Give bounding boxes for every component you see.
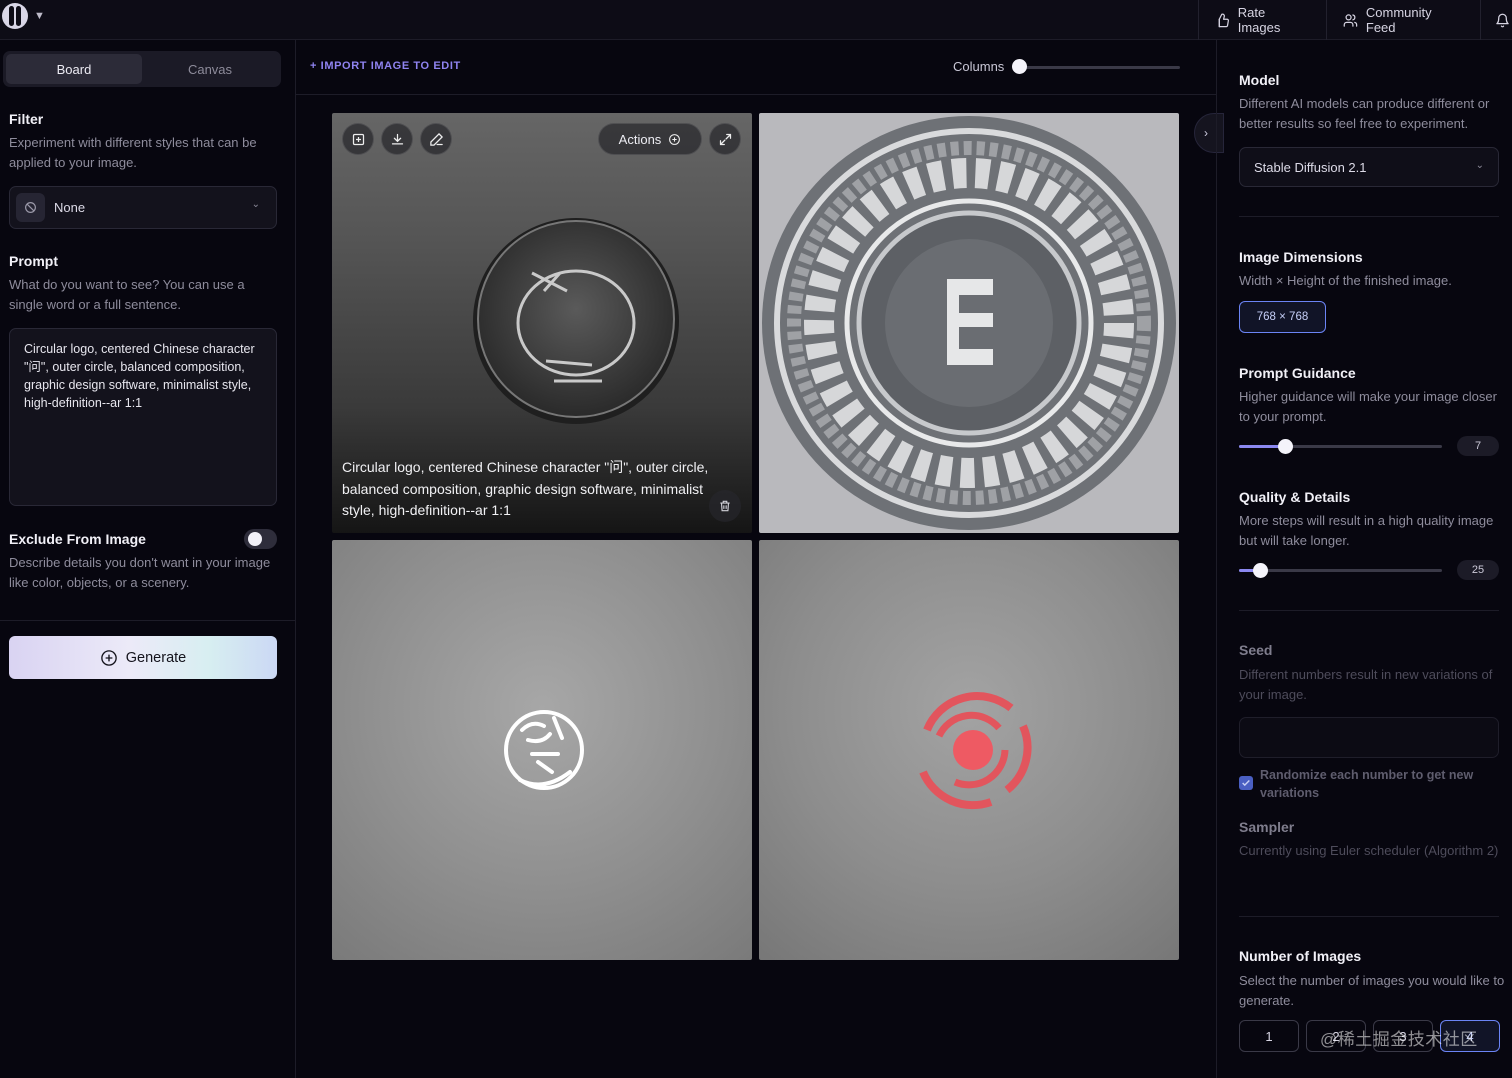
prompt-description: What do you want to see? You can use a s… [9, 277, 245, 312]
check-icon [1242, 779, 1250, 787]
chevron-down-icon: ⌄ [1475, 160, 1484, 171]
prompt-guidance-value[interactable]: 7 [1457, 436, 1499, 456]
filter-description: Experiment with different styles that ca… [9, 135, 257, 170]
users-icon [1343, 13, 1358, 27]
watermark: @稀土掘金技术社区 [1320, 1030, 1478, 1049]
prompt-guidance-slider[interactable] [1239, 445, 1442, 448]
prompt-textarea[interactable]: Circular logo, centered Chinese characte… [9, 328, 277, 506]
import-image-link[interactable]: + IMPORT IMAGE TO EDIT [310, 60, 461, 72]
edit-button[interactable] [420, 123, 452, 155]
number-of-images-description: Select the number of images you would li… [1239, 973, 1505, 1008]
prompt-guidance-thumb[interactable] [1278, 439, 1293, 454]
red-target-logo-image [919, 692, 1032, 810]
right-sidebar: Model Different AI models can produce di… [1216, 40, 1512, 1078]
chevron-down-icon: ⌄ [251, 199, 260, 210]
thumbs-up-icon [1218, 13, 1229, 27]
rate-images-label: Rate Images [1237, 5, 1281, 35]
filter-title: Filter [9, 111, 44, 127]
chevron-down-icon[interactable]: ▼ [34, 10, 45, 22]
download-button[interactable] [381, 123, 413, 155]
ban-icon [16, 193, 45, 222]
generate-button[interactable]: Generate [9, 636, 277, 679]
divider [1239, 610, 1499, 611]
left-sidebar: Board Canvas Filter Experiment with diff… [0, 40, 296, 1078]
seed-input[interactable] [1239, 717, 1499, 758]
top-bar: ▼ Rate Images Community Feed [0, 0, 1512, 40]
dimension-option-768[interactable]: 768 × 768 [1239, 301, 1326, 333]
app-logo[interactable] [2, 3, 28, 29]
add-to-canvas-button[interactable] [342, 123, 374, 155]
divider [1239, 916, 1499, 917]
sampler-description: Currently using Euler scheduler (Algorit… [1239, 843, 1499, 858]
expand-icon [719, 133, 731, 145]
randomize-label: Randomize each number to get new variati… [1260, 768, 1474, 800]
chevron-right-icon: › [1204, 126, 1208, 140]
model-description: Different AI models can produce differen… [1239, 96, 1490, 131]
generated-image-2[interactable] [759, 113, 1179, 533]
filter-value: None [54, 200, 86, 215]
generate-label: Generate [125, 649, 187, 666]
delete-button[interactable] [709, 490, 741, 522]
randomize-checkbox[interactable] [1239, 776, 1253, 790]
plus-circle-icon [100, 649, 117, 666]
quality-details-thumb[interactable] [1253, 563, 1268, 578]
generated-image-4[interactable] [759, 540, 1179, 960]
board-toolbar: + IMPORT IMAGE TO EDIT Columns [296, 40, 1216, 95]
seed-title: Seed [1239, 642, 1273, 658]
prompt-guidance-description: Higher guidance will make your image clo… [1239, 389, 1497, 424]
bell-icon [1496, 13, 1509, 27]
quality-details-title: Quality & Details [1239, 489, 1351, 505]
square-plus-icon [352, 133, 364, 145]
sampler-title: Sampler [1239, 819, 1295, 835]
divider [1239, 216, 1499, 217]
model-value: Stable Diffusion 2.1 [1254, 160, 1367, 175]
board-canvas-switch: Board Canvas [3, 51, 281, 87]
model-title: Model [1239, 72, 1280, 88]
community-feed-button[interactable]: Community Feed [1326, 0, 1480, 40]
exclude-title: Exclude From Image [9, 531, 146, 547]
download-icon [391, 133, 403, 144]
generated-image-1[interactable]: Actions Circular logo, centered Chinese … [332, 113, 752, 533]
quality-details-description: More steps will result in a high quality… [1239, 513, 1494, 548]
ornate-seal-image [762, 116, 1176, 530]
actions-label: Actions [618, 131, 662, 147]
columns-label: Columns [953, 59, 1005, 74]
image-dimensions-title: Image Dimensions [1239, 249, 1363, 265]
calligraphy-seal-image [504, 710, 584, 790]
columns-slider-track[interactable] [1018, 66, 1180, 69]
filter-select[interactable]: None ⌄ [9, 186, 277, 229]
tab-board[interactable]: Board [6, 54, 142, 84]
actions-button[interactable]: Actions [598, 123, 702, 155]
quality-details-value[interactable]: 25 [1457, 560, 1499, 580]
divider [0, 620, 295, 621]
plus-circle-icon [669, 133, 681, 145]
num-images-option-1[interactable]: 1 [1239, 1020, 1299, 1052]
image-caption: Circular logo, centered Chinese characte… [342, 459, 709, 518]
tab-canvas[interactable]: Canvas [142, 54, 278, 84]
trash-icon [720, 500, 730, 512]
pencil-icon [429, 132, 443, 146]
columns-slider-thumb[interactable] [1012, 59, 1027, 74]
model-select[interactable]: Stable Diffusion 2.1 ⌄ [1239, 147, 1499, 187]
generated-image-3[interactable] [332, 540, 752, 960]
prompt-title: Prompt [9, 253, 58, 269]
exclude-toggle[interactable] [244, 529, 277, 549]
quality-details-slider[interactable] [1239, 569, 1442, 572]
community-feed-label: Community Feed [1365, 5, 1432, 35]
rate-images-button[interactable]: Rate Images [1198, 0, 1326, 40]
number-of-images-title: Number of Images [1239, 948, 1362, 964]
notifications-button[interactable] [1480, 0, 1512, 40]
seed-description: Different numbers result in new variatio… [1239, 667, 1493, 702]
image-dimensions-description: Width × Height of the finished image. [1239, 273, 1452, 288]
exclude-description: Describe details you don't want in your … [9, 555, 271, 590]
prompt-guidance-title: Prompt Guidance [1239, 365, 1356, 381]
expand-button[interactable] [709, 123, 741, 155]
